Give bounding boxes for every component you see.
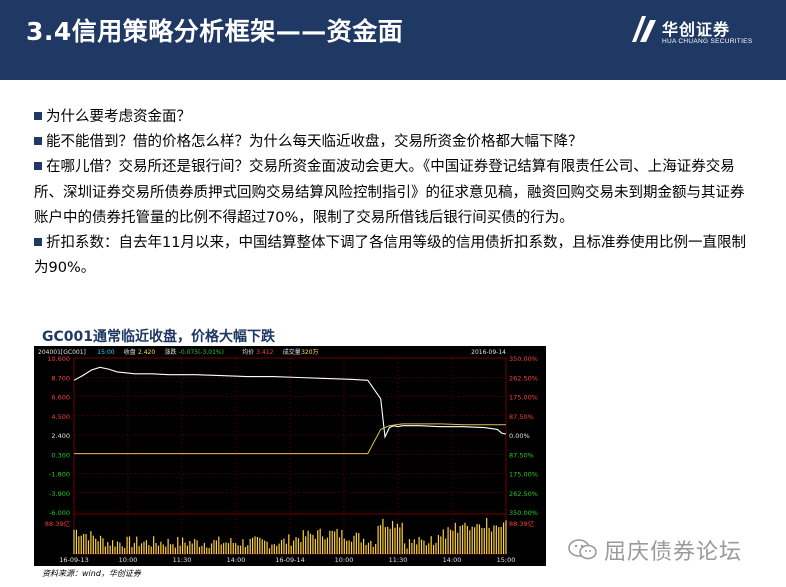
bullet-item: 为什么要考虑资金面？ [34, 105, 754, 130]
slide-header: 3.4信用策略分析框架——资金面 华创证券 HUA CHUANG SECURIT… [0, 0, 786, 80]
right-tick-label: 0.00% [509, 432, 530, 440]
chart-header-label: 15:00 [97, 349, 114, 356]
chart-header-label: 收盘 [124, 348, 136, 356]
right-tick-label: 175.00% [509, 471, 538, 479]
right-tick-label: 175.00% [509, 394, 538, 402]
left-tick-label: -1.800 [49, 471, 70, 479]
chart-date-label: 2016-09-14 [471, 349, 506, 356]
x-tick-label: 16-09-14 [275, 556, 305, 564]
left-tick-label: 4.500 [51, 413, 70, 421]
right-tick-label: 350.00% [509, 509, 538, 517]
wechat-icon [568, 539, 597, 560]
chart-header-label: 成交量 [283, 348, 301, 356]
x-tick-label: 16-09-13 [59, 556, 89, 564]
left-tick-label: -6.000 [49, 509, 70, 517]
bullet-text: 折扣系数：自去年11月以来，中国结算整体下调了各信用等级的信用债折扣系数，且标准… [34, 235, 746, 277]
chart-header-label: 320万 [301, 349, 318, 356]
chart-svg: 10.600 8.700 6.600 4.500 2.400 0.300 -1.800 -3.… [38, 348, 538, 564]
square-bullet-icon [34, 112, 42, 120]
chart-header-label: -0.075(-3.01%) [179, 349, 224, 356]
x-tick-label: 10:00 [119, 556, 138, 564]
chart-header-label: 3.412 [256, 349, 273, 356]
company-logo: 华创证券 HUA CHUANG SECURITIES [632, 16, 762, 50]
x-tick-label: 14:00 [227, 556, 246, 564]
right-tick-label: 87.50% [509, 413, 534, 421]
right-tick-label: 262.50% [509, 374, 538, 382]
slide-title: 3.4信用策略分析框架——资金面 [26, 17, 404, 46]
left-tick-label: -3.900 [49, 490, 70, 498]
right-tick-label: 350.00% [509, 355, 538, 363]
x-tick-label: 14:00 [443, 556, 462, 564]
bullet-list: 为什么要考虑资金面？ 能不能借到？借的价格怎么样？为什么每天临近收盘，交易所资金… [34, 105, 754, 281]
chart-header-label: 2.420 [138, 349, 155, 356]
volume-label: 88.39亿 [509, 519, 535, 528]
volume-label: 88.39亿 [45, 519, 71, 528]
left-tick-label: 8.700 [51, 374, 70, 382]
square-bullet-icon [34, 162, 42, 171]
watermark-text: 屈庆债券论坛 [604, 540, 743, 565]
logo-mark-icon [632, 16, 656, 42]
left-tick-label: 0.300 [51, 451, 70, 459]
bullet-item: 在哪儿借？交易所还是银行间？交易所资金面波动会更大。《中国证券登记结算有限责任公… [34, 155, 754, 231]
bullet-text: 在哪儿借？交易所还是银行间？交易所资金面波动会更大。《中国证券登记结算有限责任公… [34, 159, 745, 226]
right-tick-label: 87.50% [509, 451, 534, 459]
wechat-watermark: 屈庆债券论坛 [568, 534, 768, 568]
x-tick-label: 10:00 [335, 556, 354, 564]
bullet-text: 能不能借到？借的价格怎么样？为什么每天临近收盘，交易所资金价格都大幅下降？ [46, 134, 583, 151]
bullet-text: 为什么要考虑资金面？ [46, 109, 191, 125]
chart-header-label: 204001[GC001] [38, 349, 86, 356]
left-tick-label: 10.600 [47, 355, 70, 363]
chart-title: GC001通常临近收盘，价格大幅下跌 [42, 329, 275, 345]
logo-subtitle: HUA CHUANG SECURITIES [662, 38, 753, 45]
bullet-item: 能不能借到？借的价格怎么样？为什么每天临近收盘，交易所资金价格都大幅下降？ [34, 130, 754, 155]
logo-name: 华创证券 [662, 20, 731, 39]
right-tick-label: 262.50% [509, 490, 538, 498]
left-tick-label: 2.400 [51, 432, 70, 440]
source-note: 资料来源：wind，华创证券 [42, 569, 141, 578]
x-tick-label: 11:30 [389, 556, 408, 564]
chart-grid [73, 357, 507, 555]
chart-header-label: 均价 [242, 348, 254, 356]
x-tick-label: 15:00 [497, 556, 516, 564]
left-tick-label: 6.600 [51, 394, 70, 402]
square-bullet-icon [34, 137, 42, 146]
chart-header-label: 涨跌 [165, 348, 177, 356]
bullet-item: 折扣系数：自去年11月以来，中国结算整体下调了各信用等级的信用债折扣系数，且标准… [34, 231, 754, 281]
x-tick-label: 11:30 [173, 556, 192, 564]
intraday-chart: 10.600 8.700 6.600 4.500 2.400 0.300 -1.800 -3.… [34, 346, 546, 566]
square-bullet-icon [34, 238, 42, 247]
